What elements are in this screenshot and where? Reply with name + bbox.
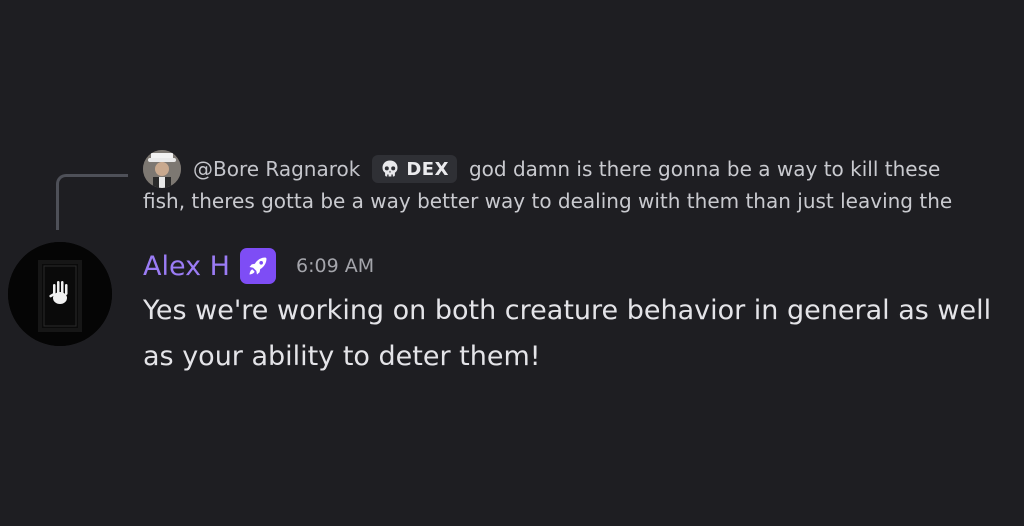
chat-message: @Bore Ragnarok DEX god damn is there gon… [0, 0, 1024, 526]
message-header: Alex H 6:09 AM [143, 248, 374, 284]
role-icon[interactable] [239, 248, 276, 284]
reply-preview[interactable]: @Bore Ragnarok DEX god damn is there gon… [193, 152, 940, 186]
reply-author-name[interactable]: @Bore Ragnarok [193, 157, 360, 181]
reply-avatar[interactable] [143, 150, 181, 188]
reply-text-line1: god damn is there gonna be a way to kill… [468, 157, 941, 181]
rocket-icon [249, 257, 267, 275]
guild-tag-label: DEX [406, 158, 449, 180]
message-timestamp[interactable]: 6:09 AM [296, 255, 374, 277]
reply-text-line2: fish, theres gotta be a way better way t… [143, 189, 953, 213]
reply-avatar-image [143, 150, 181, 188]
skull-icon [382, 160, 398, 177]
author-avatar[interactable] [8, 242, 112, 346]
guild-tag[interactable]: DEX [372, 155, 457, 183]
author-name[interactable]: Alex H [143, 251, 230, 282]
avatar-image [8, 242, 112, 346]
message-content: Yes we're working on both creature behav… [143, 295, 992, 372]
reply-spine [56, 174, 128, 230]
